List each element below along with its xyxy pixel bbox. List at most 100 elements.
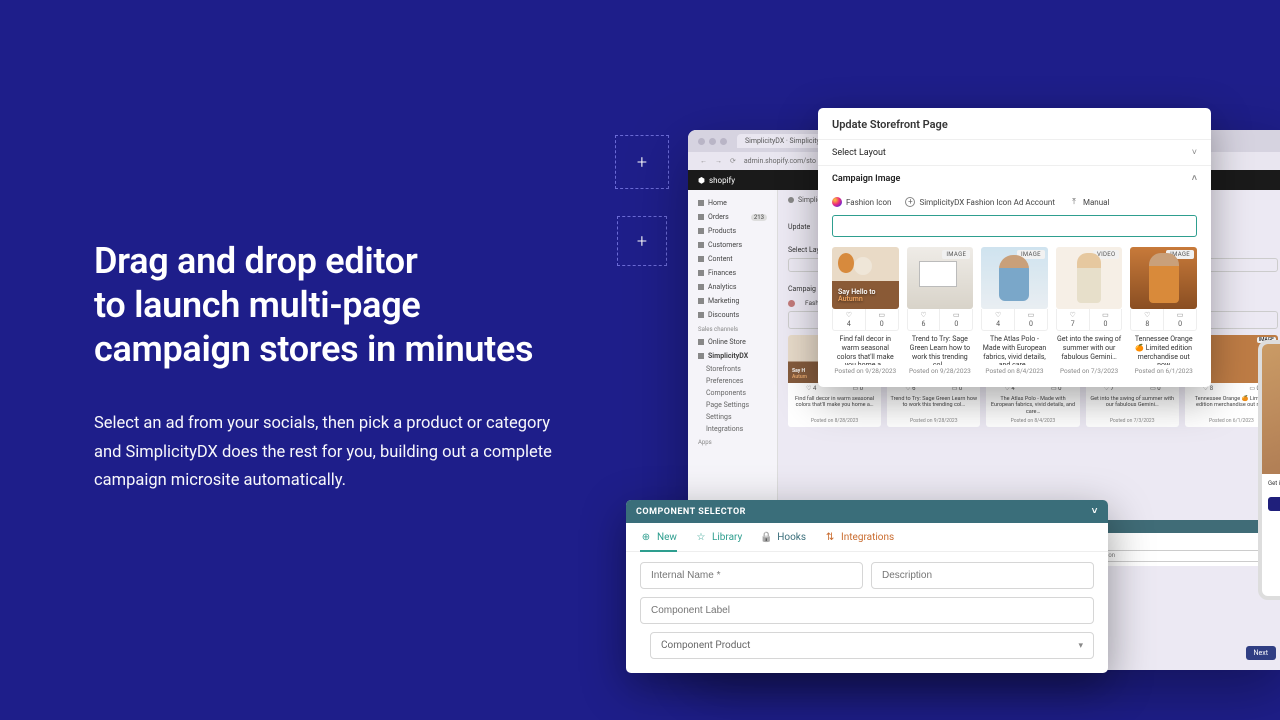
bg-campaign: Campaig: [788, 285, 816, 293]
sidebar-group-apps: Apps: [688, 435, 777, 448]
media-stats: ♡4 ▭0: [832, 309, 899, 331]
component-product-select[interactable]: Component Product ▾: [650, 632, 1094, 659]
sidebar-sub-components[interactable]: Components: [688, 387, 777, 399]
component-form: Component Product ▾: [626, 552, 1108, 673]
media-type-badge: VIDEO: [1093, 250, 1119, 259]
hero-heading: Drag and drop editor to launch multi-pag…: [94, 240, 594, 372]
tab-integrations[interactable]: Integrations: [824, 531, 894, 551]
select-layout-row[interactable]: Select Layout ˅: [818, 139, 1211, 165]
sidebar-item-analytics[interactable]: Analytics: [688, 280, 777, 294]
sidebar-sub-preferences[interactable]: Preferences: [688, 375, 777, 387]
media-date: Posted on 7/3/2023: [1056, 367, 1123, 375]
component-selector-panel: COMPONENT SELECTOR ˅ New Library Hooks I…: [626, 500, 1108, 673]
bg-description[interactable]: [1080, 550, 1272, 562]
sidebar-item-products[interactable]: Products: [688, 224, 777, 238]
sidebar-item-home[interactable]: Home: [688, 196, 777, 210]
update-heading: Update: [788, 223, 810, 231]
sidebar-item-content[interactable]: Content: [688, 252, 777, 266]
media-card[interactable]: VIDEO ♡7▭0 Get into the swing of summer …: [1056, 247, 1123, 375]
chevron-down-icon: ˅: [1192, 147, 1197, 158]
account-instagram[interactable]: Fashion Icon: [832, 197, 891, 207]
sidebar-item-finances[interactable]: Finances: [688, 266, 777, 280]
next-button[interactable]: Next: [1246, 646, 1276, 660]
tab-library[interactable]: Library: [695, 531, 742, 551]
media-caption: Find fall decor in warm seasonal colors …: [832, 335, 899, 365]
nav-reload-icon[interactable]: ⟳: [730, 157, 736, 165]
shopify-logo-icon: ⬢: [698, 176, 705, 185]
upload-icon: [1069, 197, 1079, 207]
comment-icon: ▭: [953, 311, 960, 319]
instagram-icon: [832, 197, 842, 207]
tab-hooks[interactable]: Hooks: [760, 531, 806, 551]
sidebar-group-channels: Sales channels: [688, 322, 777, 335]
heart-icon: ♡: [846, 311, 852, 319]
media-grid: Say Hello toAutumn ♡4 ▭0 Find fall decor…: [818, 247, 1211, 387]
comment-icon: ▭: [1028, 311, 1035, 319]
sidebar-item-marketing[interactable]: Marketing: [688, 294, 777, 308]
media-card[interactable]: IMAGE ♡6▭0 Trend to Try: Sage Green Lear…: [907, 247, 974, 375]
media-card[interactable]: IMAGE ♡8▭0 Tennessee Orange 🍊 Limited ed…: [1130, 247, 1197, 375]
component-label-field[interactable]: [640, 597, 1094, 624]
media-caption: Tennessee Orange 🍊 Limited edition merch…: [1130, 335, 1197, 365]
comment-icon: ▭: [1177, 311, 1184, 319]
nav-back-icon[interactable]: ←: [700, 157, 707, 165]
sidebar-item-discounts[interactable]: Discounts: [688, 308, 777, 322]
media-thumb: Say Hello toAutumn: [832, 247, 899, 309]
media-search-input[interactable]: [841, 221, 1188, 231]
heart-icon: ♡: [920, 311, 926, 319]
heart-icon: ♡: [995, 311, 1001, 319]
media-caption: The Atlas Polo - Made with European fabr…: [981, 335, 1048, 365]
sidebar-sub-page-settings[interactable]: Page Settings: [688, 399, 777, 411]
heart-icon: ♡: [1144, 311, 1150, 319]
integrations-icon: [824, 532, 836, 544]
comment-icon: ▭: [1102, 311, 1109, 319]
media-date: Posted on 6/1/2023: [1130, 367, 1197, 375]
sidebar-sub-integrations[interactable]: Integrations: [688, 423, 777, 435]
dashed-plus-box: +: [617, 216, 667, 266]
tab-new[interactable]: New: [640, 531, 677, 552]
media-caption: Get into the swing of summer with our fa…: [1056, 335, 1123, 365]
media-thumb: IMAGE: [981, 247, 1048, 309]
description-field[interactable]: [871, 562, 1094, 589]
plus-icon: +: [637, 152, 647, 173]
media-card[interactable]: IMAGE ♡4▭0 The Atlas Polo - Made with Eu…: [981, 247, 1048, 375]
sidebar-item-simplicitydx[interactable]: SimplicityDX: [688, 349, 777, 363]
sidebar-item-customers[interactable]: Customers: [688, 238, 777, 252]
account-manual[interactable]: Manual: [1069, 197, 1109, 207]
component-selector-header[interactable]: COMPONENT SELECTOR ˅: [626, 500, 1108, 523]
media-date: Posted on 9/28/2023: [907, 367, 974, 375]
media-search[interactable]: [832, 215, 1197, 237]
media-type-badge: IMAGE: [1017, 250, 1045, 259]
heart-icon: ♡: [1070, 311, 1076, 319]
account-switcher: Fashion Icon +SimplicityDX Fashion Icon …: [818, 191, 1211, 215]
hero-body: Select an ad from your socials, then pic…: [94, 410, 564, 497]
media-caption: Trend to Try: Sage Green Learn how to wo…: [907, 335, 974, 365]
media-thumb: IMAGE: [907, 247, 974, 309]
browser-url: admin.shopify.com/sto: [744, 157, 816, 165]
nav-fwd-icon[interactable]: →: [715, 157, 722, 165]
plus-icon: +: [637, 231, 647, 252]
media-date: Posted on 8/4/2023: [981, 367, 1048, 375]
media-type-badge: IMAGE: [942, 250, 970, 259]
campaign-image-row[interactable]: Campaign Image ˄: [818, 165, 1211, 191]
media-card[interactable]: Say Hello toAutumn ♡4 ▭0 Find fall decor…: [832, 247, 899, 375]
plus-circle-icon: +: [905, 197, 915, 207]
sidebar-sub-storefronts[interactable]: Storefronts: [688, 363, 777, 375]
component-selector-tabs: New Library Hooks Integrations: [626, 523, 1108, 552]
bg-select-layout: Select Lay: [788, 246, 820, 254]
account-ad[interactable]: +SimplicityDX Fashion Icon Ad Account: [905, 197, 1055, 207]
chevron-up-icon: ˄: [1192, 173, 1197, 184]
sidebar-sub-settings[interactable]: Settings: [688, 411, 777, 423]
internal-name-field[interactable]: [640, 562, 863, 589]
sidebar-item-online-store[interactable]: Online Store: [688, 335, 777, 349]
dropdown-caret-icon: ▾: [1078, 641, 1083, 651]
media-type-badge: IMAGE: [1166, 250, 1194, 259]
media-date: Posted on 9/28/2023: [832, 367, 899, 375]
dashed-plus-box: +: [615, 135, 669, 189]
lock-icon: [760, 532, 772, 544]
media-thumb: IMAGE: [1130, 247, 1197, 309]
plus-box-icon: [640, 531, 652, 543]
comment-icon: ▭: [878, 311, 885, 319]
hero-copy: Drag and drop editor to launch multi-pag…: [94, 240, 594, 496]
sidebar-item-orders[interactable]: Orders213: [688, 210, 777, 224]
